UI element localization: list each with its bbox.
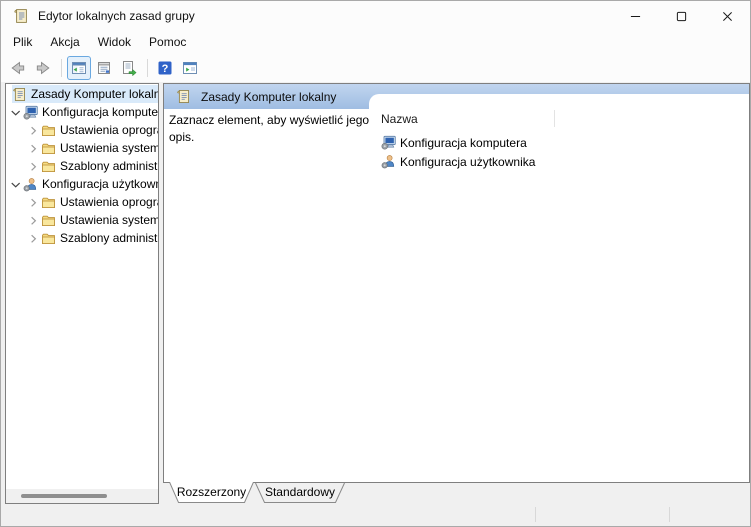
- tree-item-label: Ustawienia oprogramowania: [60, 123, 158, 137]
- action-pane-icon: [181, 59, 199, 77]
- tree-item-label: Szablony administracyjne: [60, 231, 158, 245]
- view-tabs: Rozszerzony Standardowy: [163, 482, 750, 504]
- chevron-right-icon[interactable]: [26, 159, 41, 174]
- console-tree-panel: Zasady Komputer lokalny Konfiguracja kom…: [5, 83, 159, 504]
- chevron-right-icon[interactable]: [26, 213, 41, 228]
- tree-item-windows-settings[interactable]: Ustawienia systemu Windows: [6, 211, 158, 229]
- tree-item-user-config[interactable]: Konfiguracja użytkownika: [6, 175, 158, 193]
- tree-item-admin-templates[interactable]: Szablony administracyjne: [6, 157, 158, 175]
- items-list: Konfiguracja komputera Konfiguracja użyt…: [381, 133, 745, 171]
- maximize-button[interactable]: [658, 1, 704, 31]
- computer-config-icon: [381, 135, 396, 150]
- column-separator[interactable]: [554, 110, 555, 127]
- menu-pomoc[interactable]: Pomoc: [140, 32, 195, 52]
- folder-icon: [41, 123, 56, 138]
- chevron-right-icon[interactable]: [26, 141, 41, 156]
- horizontal-scrollbar[interactable]: [6, 489, 158, 503]
- chevron-right-icon[interactable]: [26, 231, 41, 246]
- tab-standardowy[interactable]: Standardowy: [255, 482, 345, 504]
- minimize-icon: [630, 11, 641, 22]
- folder-icon: [41, 195, 56, 210]
- scrollbar-thumb[interactable]: [21, 494, 107, 498]
- show-console-tree-button[interactable]: [67, 55, 91, 80]
- status-separator: [535, 507, 536, 522]
- tree-item-label: Szablony administracyjne: [60, 159, 158, 173]
- tab-label: Standardowy: [264, 485, 336, 499]
- properties-icon: [95, 59, 113, 77]
- folder-icon: [41, 213, 56, 228]
- app-scroll-icon: [13, 8, 29, 24]
- console-tree: Zasady Komputer lokalny Konfiguracja kom…: [6, 85, 158, 488]
- app-window: Edytor lokalnych zasad grupy Plik Akcja …: [0, 0, 751, 527]
- window-title: Edytor lokalnych zasad grupy: [38, 9, 195, 23]
- show-action-pane-button[interactable]: [178, 56, 202, 80]
- chevron-right-icon[interactable]: [26, 123, 41, 138]
- status-bar: [2, 504, 749, 525]
- policy-scroll-icon: [12, 87, 27, 102]
- folder-icon: [41, 159, 56, 174]
- selection-description: Zaznacz element, aby wyświetlić jego opi…: [169, 113, 370, 144]
- tree-item-label: Konfiguracja użytkownika: [42, 177, 158, 191]
- tree-item-windows-settings[interactable]: Ustawienia systemu Windows: [6, 139, 158, 157]
- list-item-label: Konfiguracja użytkownika: [400, 154, 536, 169]
- back-icon: [9, 59, 27, 77]
- user-config-icon: [381, 154, 396, 169]
- chevron-down-icon[interactable]: [8, 105, 23, 120]
- close-button[interactable]: [704, 1, 750, 31]
- menu-widok[interactable]: Widok: [89, 32, 140, 52]
- properties-button[interactable]: [92, 56, 116, 80]
- menu-bar: Plik Akcja Widok Pomoc: [1, 31, 750, 53]
- column-header-nazwa[interactable]: Nazwa: [381, 110, 418, 128]
- policy-scroll-icon: [176, 89, 191, 104]
- tree-item-label: Ustawienia systemu Windows: [60, 213, 158, 227]
- chevron-down-icon[interactable]: [8, 177, 23, 192]
- tab-rozszerzony[interactable]: Rozszerzony: [169, 482, 254, 504]
- maximize-icon: [676, 11, 687, 22]
- tree-item-computer-config[interactable]: Konfiguracja komputera: [6, 103, 158, 121]
- list-item-computer-config[interactable]: Konfiguracja komputera: [381, 133, 745, 152]
- export-list-button[interactable]: [117, 56, 141, 80]
- back-button[interactable]: [6, 56, 30, 80]
- tree-item-label: Zasady Komputer lokalny: [31, 87, 158, 101]
- details-pane: Zasady Komputer lokalny Zaznacz element,…: [163, 83, 750, 483]
- tree-item-label: Konfiguracja komputera: [42, 105, 158, 119]
- minimize-button[interactable]: [612, 1, 658, 31]
- menu-akcja[interactable]: Akcja: [41, 32, 88, 52]
- tree-item-root[interactable]: Zasady Komputer lokalny: [6, 85, 158, 103]
- window-chrome: Edytor lokalnych zasad grupy Plik Akcja …: [1, 1, 750, 82]
- help-icon: [156, 59, 174, 77]
- folder-icon: [41, 141, 56, 156]
- toolbar-separator: [61, 58, 62, 77]
- forward-icon: [34, 59, 52, 77]
- title-bar[interactable]: Edytor lokalnych zasad grupy: [1, 1, 750, 31]
- forward-button[interactable]: [31, 56, 55, 80]
- export-list-icon: [120, 59, 138, 77]
- tree-item-admin-templates[interactable]: Szablony administracyjne: [6, 229, 158, 247]
- show-console-tree-icon: [70, 59, 88, 77]
- toolbar-separator: [147, 58, 148, 77]
- help-button[interactable]: [153, 56, 177, 80]
- folder-icon: [41, 231, 56, 246]
- status-separator: [669, 507, 670, 522]
- details-header-title: Zasady Komputer lokalny: [201, 89, 337, 104]
- tree-item-software-settings[interactable]: Ustawienia oprogramowania: [6, 121, 158, 139]
- computer-config-icon: [23, 105, 38, 120]
- toolbar: [1, 53, 750, 82]
- list-item-label: Konfiguracja komputera: [400, 135, 527, 150]
- list-item-user-config[interactable]: Konfiguracja użytkownika: [381, 152, 745, 171]
- items-list-panel: Nazwa Konfiguracja komputera Konfiguracj…: [369, 94, 749, 482]
- tree-item-software-settings[interactable]: Ustawienia oprogramowania: [6, 193, 158, 211]
- user-config-icon: [23, 177, 38, 192]
- tab-label: Rozszerzony: [176, 485, 247, 499]
- menu-plik[interactable]: Plik: [4, 32, 41, 52]
- tree-item-label: Ustawienia systemu Windows: [60, 141, 158, 155]
- close-icon: [722, 11, 733, 22]
- tree-item-label: Ustawienia oprogramowania: [60, 195, 158, 209]
- chevron-right-icon[interactable]: [26, 195, 41, 210]
- window-controls: [612, 1, 750, 31]
